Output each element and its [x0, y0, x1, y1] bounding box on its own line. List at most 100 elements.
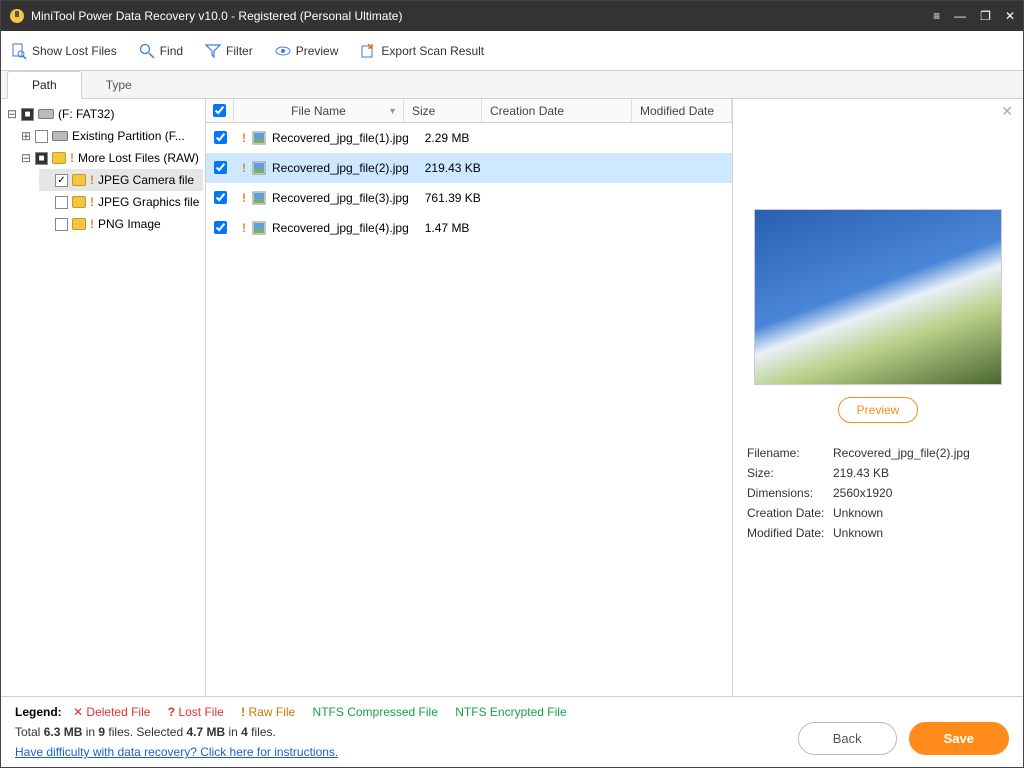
raw-marker-icon: !	[242, 131, 246, 145]
raw-marker-icon: !	[242, 161, 246, 175]
file-row[interactable]: ! Recovered_jpg_file(3).jpg 761.39 KB	[206, 183, 732, 213]
file-name: Recovered_jpg_file(3).jpg	[272, 191, 409, 205]
folder-icon	[72, 196, 86, 208]
checkbox-checked[interactable]: ✓	[55, 174, 68, 187]
tab-path[interactable]: Path	[7, 71, 82, 99]
close-icon[interactable]: ✕	[1005, 9, 1015, 23]
file-checkbox[interactable]	[214, 131, 227, 144]
file-row[interactable]: ! Recovered_jpg_file(1).jpg 2.29 MB	[206, 123, 732, 153]
file-row[interactable]: ! Recovered_jpg_file(2).jpg 219.43 KB	[206, 153, 732, 183]
select-all-checkbox[interactable]	[213, 104, 226, 117]
legend-encrypted: NTFS Encrypted File	[455, 705, 566, 719]
maximize-icon[interactable]: ❐	[980, 9, 991, 23]
filter-button[interactable]: Filter	[205, 43, 253, 59]
checkbox-mixed[interactable]: ■	[35, 152, 48, 165]
meta-mdate-label: Modified Date:	[747, 526, 833, 540]
window-title: MiniTool Power Data Recovery v10.0 - Reg…	[31, 9, 933, 23]
image-file-icon	[252, 221, 266, 235]
file-size: 219.43 KB	[417, 161, 492, 175]
menu-icon[interactable]: ≡	[933, 9, 940, 23]
file-checkbox[interactable]	[214, 221, 227, 234]
export-button[interactable]: Export Scan Result	[360, 43, 484, 59]
find-button[interactable]: Find	[139, 43, 183, 59]
legend-raw: Raw File	[241, 705, 295, 719]
tree-root[interactable]: ⊟ ■ (F: FAT32)	[5, 103, 203, 125]
tree-png-image[interactable]: ! PNG Image	[39, 213, 203, 235]
collapse-icon[interactable]: ⊟	[7, 107, 17, 121]
save-button[interactable]: Save	[909, 722, 1009, 755]
file-size: 1.47 MB	[417, 221, 492, 235]
summary: Total 6.3 MB in 9 files. Selected 4.7 MB…	[15, 725, 798, 739]
file-name: Recovered_jpg_file(4).jpg	[272, 221, 409, 235]
file-name: Recovered_jpg_file(2).jpg	[272, 161, 409, 175]
col-size[interactable]: Size	[404, 99, 482, 122]
tree-more-lost-files[interactable]: ⊟ ■ ! More Lost Files (RAW)	[19, 147, 203, 169]
checkbox-mixed[interactable]: ■	[21, 108, 34, 121]
preview-button[interactable]: Preview	[838, 397, 919, 423]
view-tabs: Path Type	[1, 71, 1023, 99]
footer: Legend: Deleted File Lost File Raw File …	[1, 696, 1023, 767]
tree-jpeg-camera[interactable]: ✓ ! JPEG Camera file	[39, 169, 203, 191]
meta-size-label: Size:	[747, 466, 833, 480]
meta-dimensions-label: Dimensions:	[747, 486, 833, 500]
show-lost-files-button[interactable]: Show Lost Files	[11, 43, 117, 59]
raw-marker-icon: !	[90, 217, 94, 231]
close-preview-icon[interactable]: ✕	[1001, 103, 1013, 120]
collapse-icon[interactable]: ⊟	[21, 151, 31, 165]
legend-deleted: Deleted File	[73, 705, 150, 719]
toolbar: Show Lost Files Find Filter Preview Expo…	[1, 31, 1023, 71]
col-filename[interactable]: File Name▼	[234, 99, 404, 122]
meta-filename-value: Recovered_jpg_file(2).jpg	[833, 446, 970, 460]
help-link[interactable]: Have difficulty with data recovery? Clic…	[15, 745, 338, 759]
list-header: File Name▼ Size Creation Date Modified D…	[206, 99, 732, 123]
file-list-pane: File Name▼ Size Creation Date Modified D…	[206, 99, 733, 696]
sort-indicator-icon: ▼	[388, 106, 397, 116]
checkbox[interactable]	[55, 218, 68, 231]
checkbox[interactable]	[35, 130, 48, 143]
file-checkbox[interactable]	[214, 191, 227, 204]
image-file-icon	[252, 191, 266, 205]
image-file-icon	[252, 161, 266, 175]
image-file-icon	[252, 131, 266, 145]
expand-icon[interactable]: ⊞	[21, 129, 31, 143]
raw-marker-icon: !	[242, 191, 246, 205]
app-icon	[9, 8, 25, 24]
meta-size-value: 219.43 KB	[833, 466, 889, 480]
checkbox[interactable]	[55, 196, 68, 209]
file-row[interactable]: !Recovered_jpg_file(4).jpg1.47 MB	[206, 213, 732, 243]
legend-lost: Lost File	[168, 705, 224, 719]
eye-icon	[275, 43, 291, 59]
meta-cdate-label: Creation Date:	[747, 506, 833, 520]
legend: Legend: Deleted File Lost File Raw File …	[15, 705, 798, 719]
search-icon	[139, 43, 155, 59]
folder-icon	[52, 152, 66, 164]
filter-icon	[205, 43, 221, 59]
meta-filename-label: Filename:	[747, 446, 833, 460]
col-modified-date[interactable]: Modified Date	[632, 99, 732, 122]
file-size: 2.29 MB	[417, 131, 492, 145]
drive-icon	[52, 131, 68, 141]
file-checkbox[interactable]	[214, 161, 227, 174]
raw-marker-icon: !	[90, 195, 94, 209]
page-search-icon	[11, 43, 27, 59]
tree-existing-partition[interactable]: ⊞ Existing Partition (F...	[19, 125, 203, 147]
meta-dimensions-value: 2560x1920	[833, 486, 892, 500]
legend-compressed: NTFS Compressed File	[313, 705, 438, 719]
preview-toolbar-button[interactable]: Preview	[275, 43, 339, 59]
file-name: Recovered_jpg_file(1).jpg	[272, 131, 409, 145]
meta-mdate-value: Unknown	[833, 526, 883, 540]
tab-type[interactable]: Type	[82, 72, 156, 98]
preview-pane: ✕ Preview Filename:Recovered_jpg_file(2)…	[733, 99, 1023, 696]
drive-icon	[38, 109, 54, 119]
back-button[interactable]: Back	[798, 722, 897, 755]
folder-icon	[72, 218, 86, 230]
folder-icon	[72, 174, 86, 186]
file-size: 761.39 KB	[417, 191, 492, 205]
col-creation-date[interactable]: Creation Date	[482, 99, 632, 122]
minimize-icon[interactable]: —	[954, 9, 966, 23]
export-icon	[360, 43, 376, 59]
raw-marker-icon: !	[70, 151, 74, 165]
tree-pane: ⊟ ■ (F: FAT32) ⊞ Existing Partition (F..…	[1, 99, 206, 696]
tree-jpeg-graphics[interactable]: ! JPEG Graphics file	[39, 191, 203, 213]
raw-marker-icon: !	[90, 173, 94, 187]
